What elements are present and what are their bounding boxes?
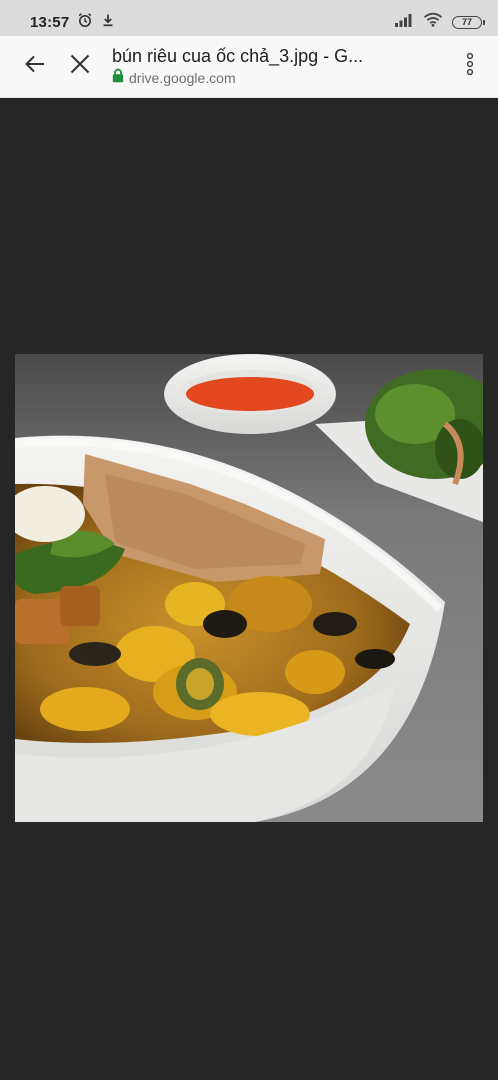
close-button[interactable]	[58, 45, 102, 89]
food-photo	[15, 354, 483, 822]
status-right-icons: 77	[394, 12, 485, 32]
url-row: drive.google.com	[112, 68, 448, 88]
status-left-icons	[77, 12, 115, 33]
alarm-icon	[77, 12, 93, 33]
more-options-button[interactable]	[448, 45, 492, 89]
back-button[interactable]	[13, 45, 57, 89]
custom-tab-toolbar: bún riêu cua ốc chả_3.jpg - G... drive.g…	[0, 36, 498, 98]
status-time: 13:57	[30, 13, 70, 31]
signal-icon	[394, 13, 414, 32]
close-icon	[69, 53, 91, 80]
battery-icon: 77	[452, 15, 485, 29]
page-title: bún riêu cua ốc chả_3.jpg - G...	[112, 46, 364, 66]
battery-level: 77	[461, 17, 472, 27]
lock-icon	[112, 68, 124, 88]
url-text: drive.google.com	[129, 70, 236, 86]
more-vert-icon	[466, 52, 474, 81]
title-block[interactable]: bún riêu cua ốc chả_3.jpg - G... drive.g…	[112, 45, 448, 88]
download-icon	[101, 13, 115, 32]
back-arrow-icon	[23, 52, 47, 81]
wifi-icon	[423, 12, 443, 32]
